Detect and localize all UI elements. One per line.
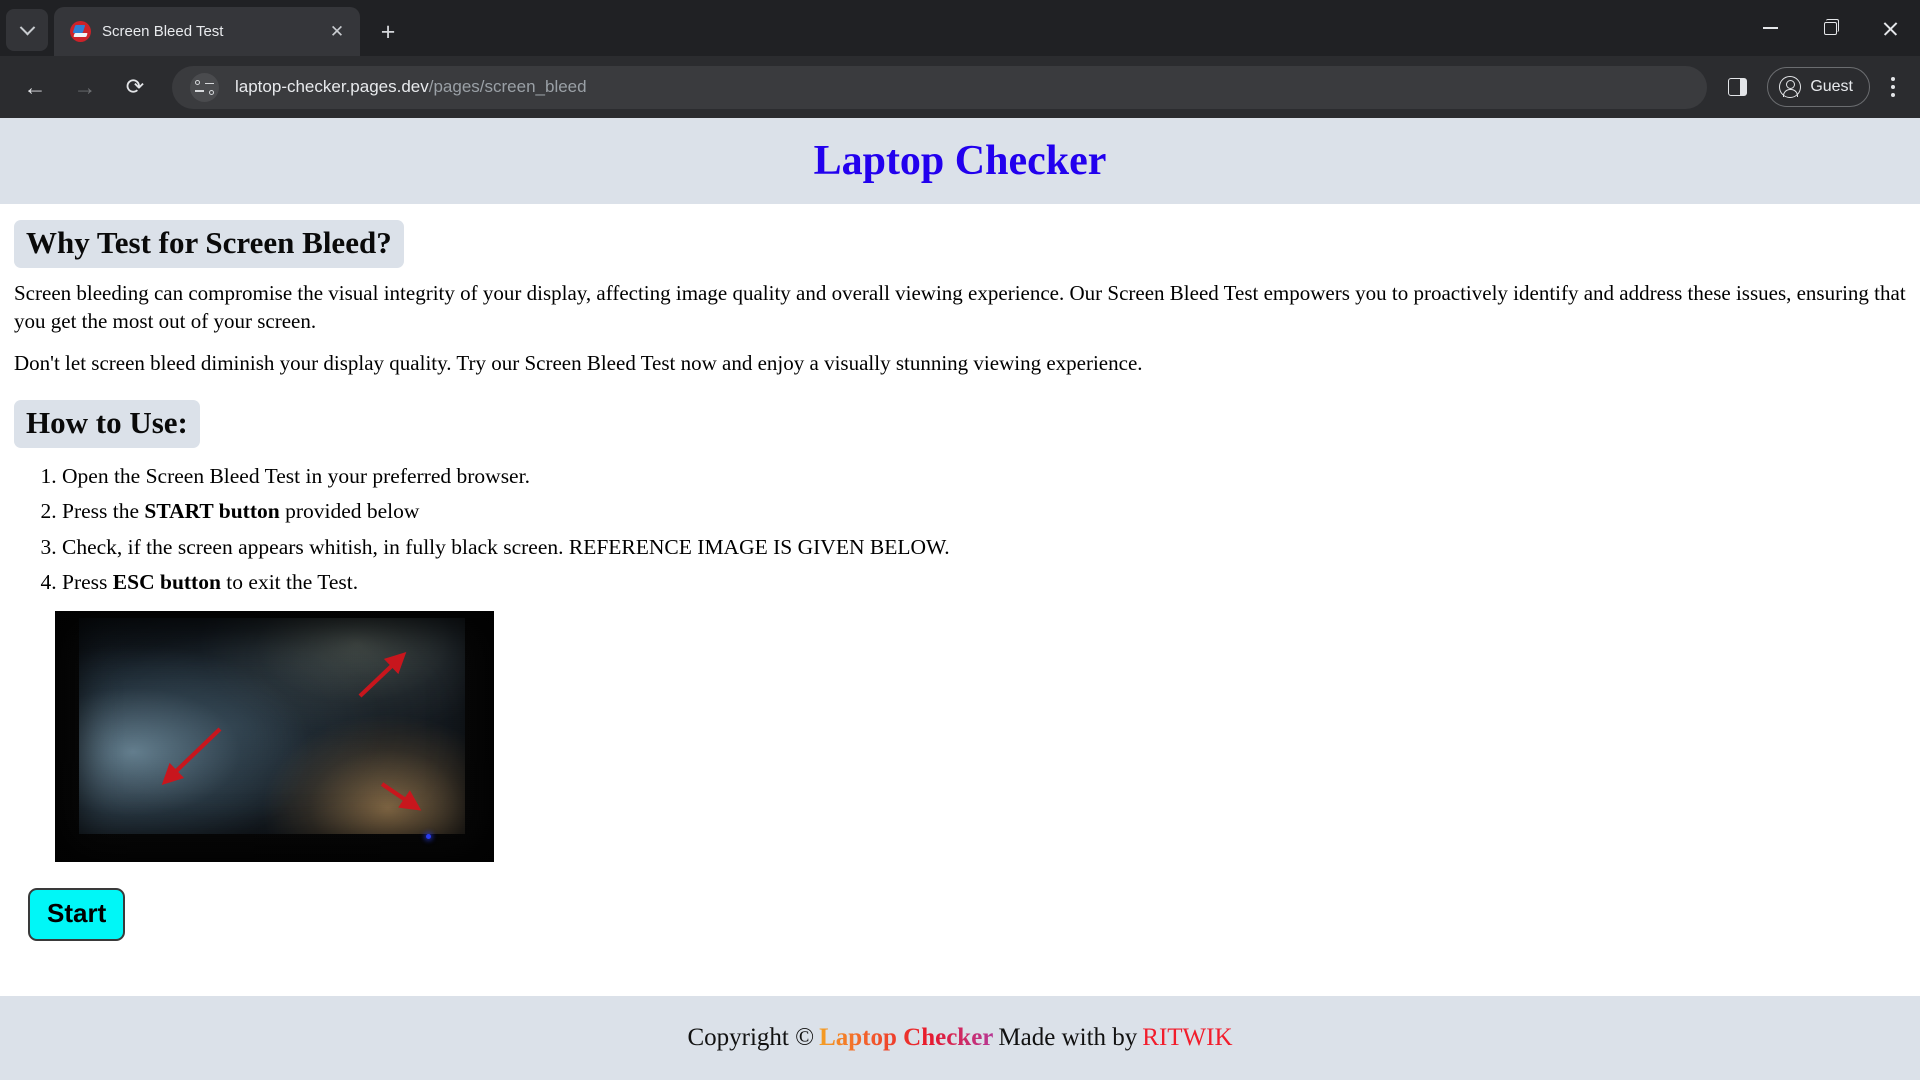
how-to-use-list: Open the Screen Bleed Test in your prefe…	[14, 463, 1906, 597]
step-text-bold: ESC button	[112, 570, 221, 595]
site-footer: Copyright © Laptop Checker Made with by …	[0, 996, 1920, 1080]
profile-label: Guest	[1810, 78, 1853, 95]
step-text-pre: Press the	[62, 499, 145, 524]
start-button[interactable]: Start	[28, 887, 126, 941]
footer-copyright: Copyright ©	[687, 1024, 815, 1051]
screen-bleed-reference-photo	[55, 610, 494, 862]
window-close-button[interactable]	[1860, 0, 1920, 56]
tab-title: Screen Bleed Test	[102, 23, 224, 40]
tab-search-button[interactable]	[6, 9, 48, 51]
footer-author: RITWIK	[1142, 1024, 1233, 1051]
kebab-menu-icon	[1891, 77, 1895, 81]
site-header: Laptop Checker	[0, 118, 1920, 204]
forward-arrow-icon: →	[73, 73, 97, 100]
chevron-down-icon	[19, 19, 35, 35]
list-item: Check, if the screen appears whitish, in…	[62, 534, 1906, 562]
browser-toolbar: ← → ⟳ laptop-checker.pages.dev/pages/scr…	[0, 56, 1920, 118]
tab-strip: Screen Bleed Test ✕ +	[0, 0, 1920, 56]
close-icon	[1882, 20, 1899, 37]
browser-menu-button[interactable]	[1876, 67, 1910, 107]
url-domain: laptop-checker.pages.dev	[235, 77, 429, 96]
reload-button[interactable]: ⟳	[114, 66, 156, 108]
page-viewport: Laptop Checker Why Test for Screen Bleed…	[0, 118, 1920, 1080]
why-paragraph-1: Screen bleeding can compromise the visua…	[14, 281, 1906, 333]
why-heading: Why Test for Screen Bleed?	[14, 220, 404, 268]
side-panel-icon	[1727, 78, 1747, 96]
avatar-icon	[1779, 76, 1802, 98]
arrow-down-left-icon	[161, 727, 222, 785]
step-text-pre: Press	[62, 570, 113, 595]
footer-brand: Laptop Checker	[814, 1024, 998, 1052]
how-section: How to Use:	[14, 399, 1906, 448]
reload-icon: ⟳	[125, 74, 145, 99]
page-content: Why Test for Screen Bleed? Screen bleedi…	[0, 220, 1920, 941]
browser-window: Screen Bleed Test ✕ + ← → ⟳ laptop-check…	[0, 0, 1920, 1080]
step-text-pre: Open the Screen Bleed Test in your prefe…	[62, 463, 530, 488]
page-title: Laptop Checker	[813, 138, 1107, 184]
url-text: laptop-checker.pages.dev/pages/screen_bl…	[235, 77, 587, 97]
annotation-arrows	[161, 651, 422, 811]
arrow-down-right-icon	[380, 782, 422, 811]
list-item: Press the START button provided below	[62, 498, 1906, 526]
step-text-post: to exit the Test.	[220, 570, 359, 595]
minimize-icon	[1762, 27, 1778, 29]
minimize-button[interactable]	[1740, 0, 1800, 56]
site-settings-icon[interactable]	[190, 72, 219, 102]
back-button[interactable]: ←	[14, 66, 56, 108]
step-text-post: provided below	[279, 499, 420, 524]
window-controls	[1740, 0, 1920, 56]
maximize-icon	[1823, 18, 1839, 35]
tab-close-button[interactable]: ✕	[324, 19, 350, 45]
url-path: /pages/screen_bleed	[428, 77, 587, 96]
address-bar[interactable]: laptop-checker.pages.dev/pages/screen_bl…	[172, 65, 1708, 109]
step-text-pre: Check, if the screen appears whitish, in…	[62, 534, 950, 559]
footer-made-with: Made with by	[998, 1024, 1138, 1051]
why-paragraph-2: Don't let screen bleed diminish your dis…	[14, 350, 1143, 375]
why-section: Why Test for Screen Bleed?	[14, 220, 1906, 268]
side-panel-button[interactable]	[1717, 67, 1757, 107]
arrow-up-right-icon	[358, 651, 407, 698]
laptop-favicon	[70, 21, 91, 42]
list-item: Open the Screen Bleed Test in your prefe…	[62, 463, 1906, 491]
forward-button[interactable]: →	[64, 66, 106, 108]
how-heading: How to Use:	[14, 399, 200, 448]
step-text-bold: START button	[144, 499, 280, 524]
back-arrow-icon: ←	[23, 73, 47, 100]
profile-button[interactable]: Guest	[1767, 67, 1870, 107]
list-item: Press ESC button to exit the Test.	[62, 569, 1906, 597]
maximize-button[interactable]	[1800, 0, 1860, 56]
browser-tab[interactable]: Screen Bleed Test ✕	[54, 7, 360, 56]
new-tab-button[interactable]: +	[370, 14, 406, 50]
